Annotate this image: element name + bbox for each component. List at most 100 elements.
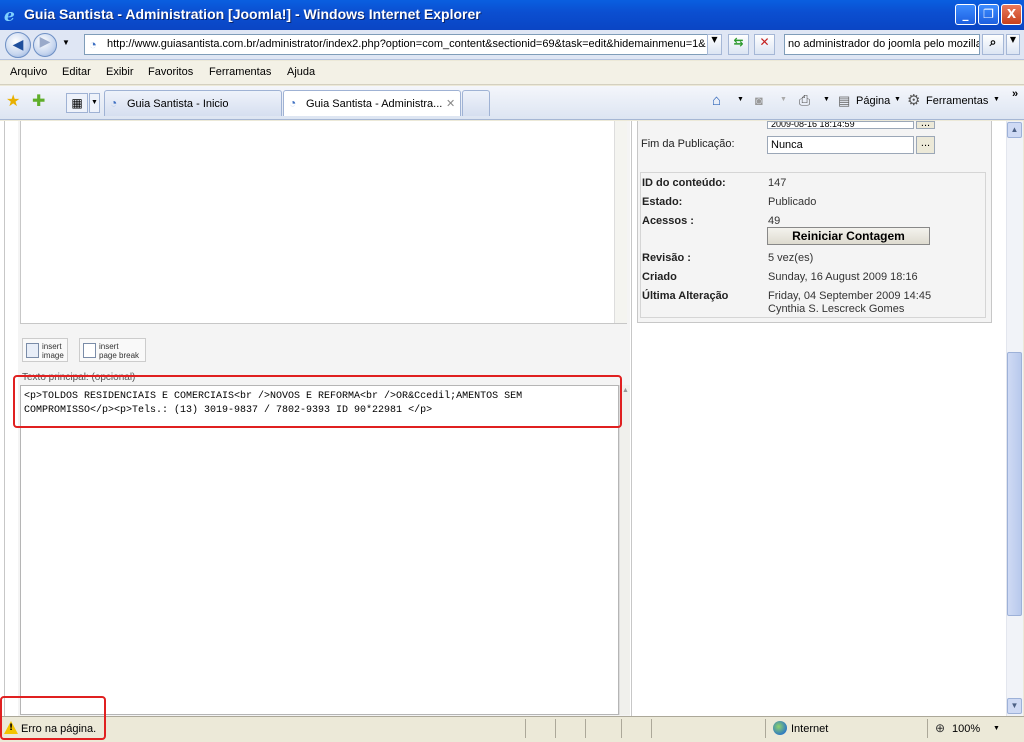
address-row: ◀ ▶ ▼ ◔ http://www.guiasantista.com.br/a… <box>0 30 1024 60</box>
feeds-icon[interactable]: ◙ <box>755 93 763 108</box>
status-bar <box>0 716 1024 742</box>
status-separator <box>927 719 928 738</box>
modified-by-value: Cynthia S. Lescreck Gomes <box>768 303 905 315</box>
content-id-value: 147 <box>768 177 787 189</box>
publish-start-field[interactable]: 2009-08-16 18:14:59 <box>767 121 914 129</box>
tools-dropdown-icon[interactable]: ▼ <box>993 96 1000 103</box>
search-input[interactable]: no administrador do joomla pelo mozilla <box>784 34 980 55</box>
menu-exibir[interactable]: Exibir <box>106 66 134 78</box>
highlight-box-status <box>0 696 106 740</box>
forward-button[interactable]: ▶ <box>33 33 57 57</box>
scroll-down-icon[interactable]: ▼ <box>1007 698 1022 714</box>
history-dropdown-icon[interactable]: ▼ <box>62 38 70 47</box>
tab-label: Guia Santista - Administra... <box>306 98 443 110</box>
maximize-button[interactable]: ❐ <box>978 4 999 25</box>
revision-label: Revisão : <box>642 252 691 264</box>
page-menu-icon: ▤ <box>838 93 851 108</box>
publish-end-field[interactable]: Nunca <box>767 136 914 154</box>
more-chevron-icon[interactable]: » <box>1012 88 1018 100</box>
menu-editar[interactable]: Editar <box>62 66 91 78</box>
menu-ferramentas[interactable]: Ferramentas <box>209 66 271 78</box>
close-tab-icon[interactable]: ✕ <box>446 97 455 110</box>
publish-start-calendar-button[interactable]: ... <box>916 118 935 129</box>
refresh-button[interactable]: ⇆ <box>728 34 749 55</box>
menu-arquivo[interactable]: Arquivo <box>10 66 47 78</box>
status-separator <box>525 719 526 738</box>
print-icon[interactable]: ⎙ <box>799 92 810 109</box>
tab-list-icon[interactable]: ▼ <box>89 93 100 113</box>
panel-divider <box>631 121 632 716</box>
ie-logo-icon: e <box>4 6 15 26</box>
security-zone[interactable]: Internet <box>791 723 828 735</box>
tab-inicio[interactable]: ◔ Guia Santista - Inicio <box>104 90 282 116</box>
address-url: http://www.guiasantista.com.br/administr… <box>107 38 706 50</box>
page-icon: ◔ <box>289 96 297 110</box>
page-dropdown-icon[interactable]: ▼ <box>894 96 901 103</box>
print-dropdown-icon[interactable]: ▼ <box>823 96 830 103</box>
scroll-thumb[interactable] <box>1007 352 1022 616</box>
publish-end-label: Fim da Publicação: <box>641 138 735 150</box>
insert-break-label-2: page break <box>99 351 140 360</box>
intro-text-scrollbar[interactable] <box>614 121 627 323</box>
state-value: Publicado <box>768 196 817 208</box>
left-border <box>4 121 5 716</box>
insert-break-label-1: insert <box>99 342 119 351</box>
status-separator <box>651 719 652 738</box>
image-icon <box>26 343 39 358</box>
status-separator <box>621 719 622 738</box>
address-field[interactable]: ◔ http://www.guiasantista.com.br/adminis… <box>84 34 722 55</box>
close-window-button[interactable]: X <box>1001 4 1022 25</box>
insert-image-label-2: image <box>42 351 64 360</box>
tab-administration[interactable]: ◔ Guia Santista - Administra... ✕ <box>283 90 461 116</box>
created-label: Criado <box>642 271 677 283</box>
zoom-level[interactable]: 100% <box>952 723 980 735</box>
created-value: Sunday, 16 August 2009 18:16 <box>768 271 918 283</box>
new-tab-button[interactable] <box>462 90 490 116</box>
scroll-up-icon[interactable]: ▲ <box>1007 122 1022 138</box>
address-dropdown-icon[interactable]: ▼ <box>707 34 722 55</box>
status-separator <box>765 719 766 738</box>
home-dropdown-icon[interactable]: ▼ <box>737 96 744 103</box>
tools-menu-label[interactable]: Ferramentas <box>926 95 988 107</box>
zoom-icon: ⊕ <box>935 721 946 735</box>
hits-value: 49 <box>768 215 781 227</box>
intro-text-area[interactable] <box>20 121 627 324</box>
menu-bar: Arquivo Editar Exibir Favoritos Ferramen… <box>0 61 1024 85</box>
menu-favoritos[interactable]: Favoritos <box>148 66 193 78</box>
insert-image-label-1: insert <box>42 342 62 351</box>
page-break-icon <box>83 343 96 358</box>
modified-value: Friday, 04 September 2009 14:45 <box>768 290 932 302</box>
main-text-scrollbar[interactable]: ▲ <box>619 385 630 715</box>
revision-value: 5 vez(es) <box>768 252 814 264</box>
scroll-up-icon[interactable]: ▲ <box>622 387 629 394</box>
internet-zone-icon <box>773 721 787 735</box>
page-icon: ◔ <box>89 37 97 52</box>
reset-hits-button[interactable]: Reiniciar Contagem <box>767 227 930 245</box>
back-button[interactable]: ◀ <box>5 32 31 58</box>
tab-row: ★ ✚ ▦ ▼ ◔ Guia Santista - Inicio ◔ Guia … <box>0 86 1024 120</box>
minimize-button[interactable]: _ <box>955 4 976 25</box>
page-icon: ◔ <box>110 96 118 110</box>
highlight-box-text <box>13 375 622 428</box>
insert-image-button[interactable]: insert image <box>22 338 68 362</box>
state-label: Estado: <box>642 196 683 208</box>
zoom-dropdown-icon[interactable]: ▼ <box>993 725 1000 732</box>
title-bar: e Guia Santista - Administration [Joomla… <box>0 0 1024 30</box>
search-options-icon[interactable]: ▼ <box>1006 34 1020 55</box>
modified-label: Última Alteração <box>642 290 729 302</box>
home-icon[interactable]: ⌂ <box>712 92 721 109</box>
add-favorite-icon[interactable]: ✚ <box>32 91 45 111</box>
favorites-star-icon[interactable]: ★ <box>6 91 20 111</box>
insert-page-break-button[interactable]: insert page break <box>79 338 146 362</box>
main-text-area[interactable] <box>20 385 619 715</box>
menu-ajuda[interactable]: Ajuda <box>287 66 315 78</box>
content-id-label: ID do conteúdo: <box>642 177 726 189</box>
page-menu-label[interactable]: Página <box>856 95 890 107</box>
publish-end-calendar-button[interactable]: ... <box>916 136 935 154</box>
tab-label: Guia Santista - Inicio <box>127 98 229 110</box>
feeds-dropdown-icon[interactable]: ▼ <box>780 96 787 103</box>
quick-tabs-icon[interactable]: ▦ <box>66 93 88 113</box>
search-icon[interactable]: ⌕ <box>982 34 1004 55</box>
status-separator <box>585 719 586 738</box>
stop-button[interactable]: ✕ <box>754 34 775 55</box>
